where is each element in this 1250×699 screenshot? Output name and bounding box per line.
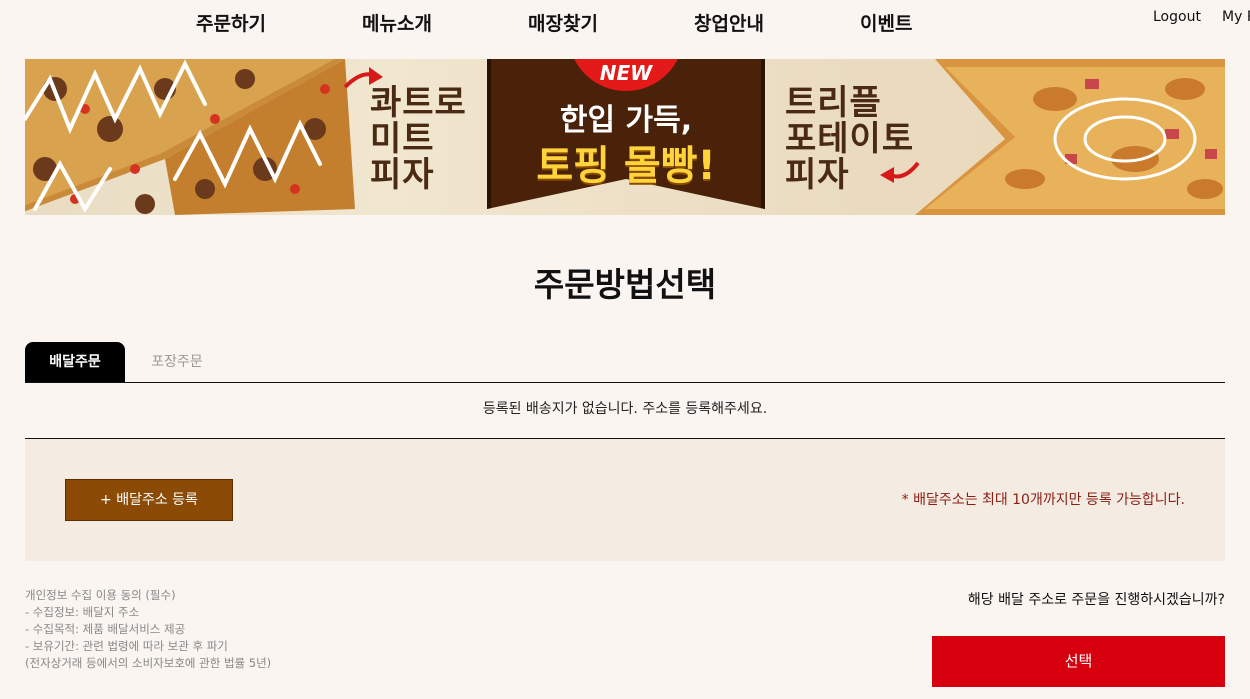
promo-banner[interactable]: 콰트로 미트 피자 NEW 한입 가득, 토핑 몰빵! 트리플 포테이토 피자: [25, 59, 1225, 215]
privacy-line: - 수집정보: 배달지 주소: [25, 605, 140, 619]
promo-left-text: 콰트로 미트 피자: [370, 83, 467, 195]
confirm-question: 해당 배달 주소로 주문을 진행하시겠습니까?: [967, 592, 1225, 608]
nav-order[interactable]: 주문하기: [196, 9, 266, 36]
promo-headline-2: 토핑 몰빵!: [536, 143, 716, 189]
pizza-image-right: [915, 59, 1225, 215]
privacy-line: 개인정보 수집 이용 동의 (필수): [25, 588, 176, 602]
address-panel: + 배달주소 등록 * 배달주소는 최대 10개까지만 등록 가능합니다.: [25, 439, 1225, 561]
order-type-tabs: 배달주문 포장주문: [25, 342, 1225, 383]
empty-address-message: 등록된 배송지가 없습니다. 주소를 등록해주세요.: [482, 401, 768, 417]
select-button[interactable]: 선택: [932, 636, 1225, 687]
address-limit-note: * 배달주소는 최대 10개까지만 등록 가능합니다.: [901, 492, 1185, 508]
nav-store-finder[interactable]: 매장찾기: [528, 9, 598, 36]
pizza-image-left: [25, 59, 355, 215]
top-navigation: 주문하기 메뉴소개 매장찾기 창업안내 이벤트 Logout My P: [0, 0, 1250, 50]
page-title: 주문방법선택: [533, 265, 717, 304]
privacy-line: (전자상거래 등에서의 소비자보호에 관한 법률 5년): [25, 656, 272, 670]
add-address-button[interactable]: + 배달주소 등록: [65, 479, 233, 521]
privacy-line: - 보유기간: 관련 법령에 따라 보관 후 파기: [25, 639, 228, 653]
nav-menu[interactable]: 메뉴소개: [362, 9, 432, 36]
nav-franchise[interactable]: 창업안내: [694, 9, 764, 36]
nav-event[interactable]: 이벤트: [860, 9, 912, 36]
logout-link[interactable]: Logout: [1153, 9, 1201, 25]
tab-takeout[interactable]: 포장주문: [127, 342, 227, 382]
mypage-link[interactable]: My P: [1222, 9, 1250, 25]
privacy-line: - 수집목적: 제품 배달서비스 제공: [25, 622, 186, 636]
privacy-notice: 개인정보 수집 이용 동의 (필수) - 수집정보: 배달지 주소 - 수집목적…: [25, 587, 445, 672]
tab-delivery[interactable]: 배달주문: [25, 342, 125, 382]
